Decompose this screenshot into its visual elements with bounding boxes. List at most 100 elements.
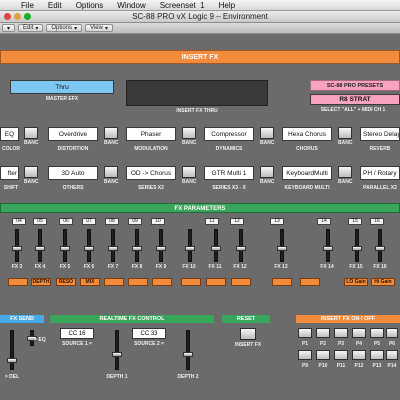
others-fx-select[interactable]: 3D Auto [48,166,98,180]
fx-send-del-slider-track[interactable] [10,330,14,370]
pad-p11[interactable] [334,350,348,360]
chorus-label: CHORUS [296,146,318,152]
others-label: OTHERS [62,185,84,191]
fx10-slider-handle[interactable] [185,246,195,251]
pad-p3[interactable] [334,328,348,338]
modulation-label: MODULATION [134,146,168,152]
menu-edit[interactable]: Edit [41,1,69,10]
presets-title: SC-88 PRO PRESETS [310,80,400,91]
series-x3-banc-button[interactable] [260,166,274,178]
parallel-x2-fx-select[interactable]: PH / Rotary [360,166,400,180]
fx-number-05: 05 [33,218,47,225]
fx-number-09: 09 [128,218,142,225]
series-x3-fx-select[interactable]: GTR Multi 1 [204,166,254,180]
modulation-banc-button[interactable] [182,127,196,139]
shift-banc-label: BANC [24,179,39,185]
keyboard-multi-banc-button[interactable] [338,166,352,178]
series-x2-banc-label: BANC [182,179,197,185]
fx16-slider-handle[interactable] [375,246,385,251]
fx11-slider-handle[interactable] [211,246,221,251]
minimize-icon[interactable] [14,13,21,20]
fx9-slider-handle[interactable] [156,246,166,251]
pad-p1[interactable] [298,328,312,338]
fx6-slider-handle[interactable] [84,246,94,251]
fx-send-del-slider-handle[interactable] [7,358,17,363]
options-menu-button[interactable]: Options ▾ [46,24,83,32]
color-banc-button[interactable] [24,127,38,139]
others-banc-label: BANC [104,179,119,185]
pad-p13[interactable] [370,350,384,360]
source1-input[interactable]: CC 16 [60,328,94,339]
series-x2-fx-select[interactable]: OD -> Chorus [126,166,176,180]
depth1-slider-track[interactable] [115,330,119,370]
distortion-fx-select[interactable]: Overdrive [48,127,98,141]
pad-p12[interactable] [352,350,366,360]
window-title: SC-88 PRO vX Logic 9 – Environment [132,12,268,21]
fx7-label: FX 7 [107,264,119,270]
view-menu-button[interactable]: View ▾ [85,24,113,32]
pad-p5-label: P5 [373,341,381,347]
pad-p4[interactable] [352,328,366,338]
menu-options[interactable]: Options [69,1,111,10]
series-x2-banc-button[interactable] [182,166,196,178]
fx12-slider-handle[interactable] [236,246,246,251]
menu-screenset[interactable]: Screenset 1 [153,1,212,10]
fx3-slider-handle[interactable] [12,246,22,251]
fx7-slider-handle[interactable] [108,246,118,251]
fx14-slider-handle[interactable] [323,246,333,251]
color-fx-select[interactable]: EQ [0,127,19,141]
menu-file[interactable]: File [14,1,41,10]
chevron-down-icon: ▾ [74,25,78,32]
fx8-slider-handle[interactable] [132,246,142,251]
pad-p6[interactable] [386,328,398,338]
depth2-slider-track[interactable] [186,330,190,370]
edit-menu-button[interactable]: Edit ▾ [18,24,44,32]
fx4-label: FX 4 [34,264,46,270]
presets-select[interactable]: R8 STRAT [310,94,400,105]
source2-input[interactable]: CC 33 [132,328,166,339]
pad-p14[interactable] [386,350,398,360]
insert-fx-thru-display[interactable] [126,80,268,106]
pad-p10[interactable] [316,350,330,360]
menu-help[interactable]: Help [212,1,242,10]
insert-fx-reset-button[interactable] [240,328,256,340]
chevron-down-icon: ▾ [35,25,39,32]
fx6-label: FX 6 [83,264,95,270]
menu-window[interactable]: Window [110,1,152,10]
depth2-slider-handle[interactable] [183,352,193,357]
fx4-slider-handle[interactable] [35,246,45,251]
pad-p2[interactable] [316,328,330,338]
pad-p6-label: P6 [388,341,396,347]
chorus-banc-button[interactable] [338,127,352,139]
shift-fx-select[interactable]: fter [0,166,19,180]
close-icon[interactable] [4,13,11,20]
source1-label: SOURCE 1 = [62,341,92,347]
dynamics-banc-button[interactable] [260,127,274,139]
reverb-fx-select[interactable]: Stereo Delay [360,127,400,141]
fx-number-07: 07 [82,218,96,225]
shift-banc-button[interactable] [24,166,38,178]
depth1-slider-handle[interactable] [112,352,122,357]
others-banc-button[interactable] [104,166,118,178]
parallel-x2-label: PARALLEL X2 [363,185,397,191]
chorus-fx-select[interactable]: Hexa Chorus [282,127,332,141]
pad-p5[interactable] [370,328,384,338]
window-menu-button[interactable]: ▾ [2,24,16,32]
menubar: File Edit Options Window Screenset 1 Hel… [0,0,400,11]
modulation-fx-select[interactable]: Phaser [126,127,176,141]
keyboard-multi-fx-select[interactable]: KeyboardMulti [282,166,332,180]
pad-p9[interactable] [298,350,312,360]
fx-number-10: 10 [151,218,165,225]
fx5-slider-handle[interactable] [60,246,70,251]
fx15-slider-handle[interactable] [352,246,362,251]
fx11-label: FX 11 [208,264,222,270]
color-label: COLOR [1,146,21,152]
fx16-label: FX 16 [373,264,387,270]
fx16-tag: Hi Gain [371,278,395,286]
fx13-slider-handle[interactable] [277,246,287,251]
dynamics-fx-select[interactable]: Compressor [204,127,254,141]
distortion-banc-button[interactable] [104,127,118,139]
master-efx-select[interactable]: Thru [10,80,114,94]
zoom-icon[interactable] [24,13,31,20]
pad-p12-label: P12 [354,363,364,369]
